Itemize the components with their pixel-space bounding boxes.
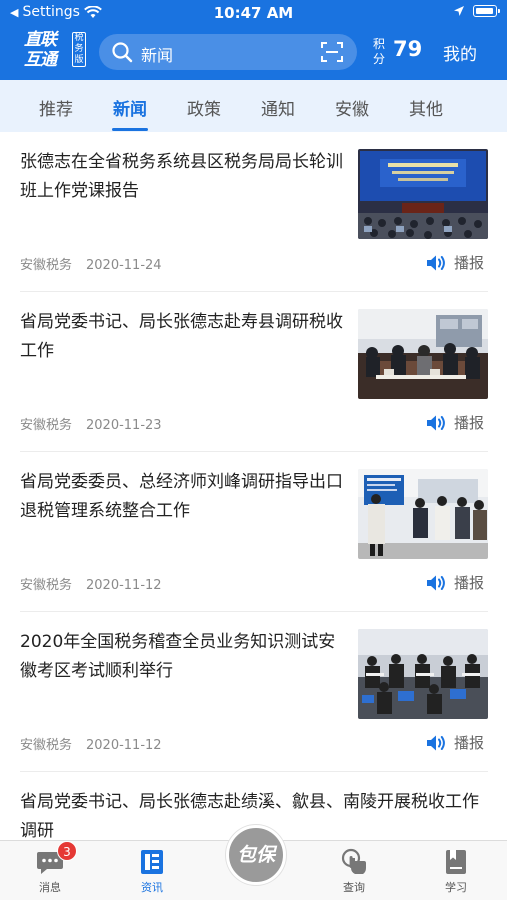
status-right [453,5,500,17]
search-input[interactable]: 新闻 [99,34,357,70]
play-button[interactable]: 播报 [426,412,484,433]
news-meta: 安徽税务 2020-11-12 [20,734,162,753]
speaker-icon [427,255,445,270]
category-tabs: 推荐 新闻 政策 通知 安徽 其他 [0,80,507,132]
location-icon [454,6,464,16]
logo-text: 直联互通 [24,30,57,70]
newspaper-icon [137,847,167,877]
news-date: 2020-11-12 [86,738,162,753]
tab-other[interactable]: 其他 [389,80,463,132]
news-meta: 安徽税务 2020-11-23 [20,414,162,433]
app-bar: 直联互通 税务版 新闻 积分 79 我的 [0,28,507,76]
speaker-icon [427,575,445,590]
nav-messages[interactable]: 3 消息 [20,841,80,895]
news-thumbnail[interactable] [358,469,488,559]
nav-news[interactable]: 资讯 [122,847,182,895]
news-source: 安徽税务 [20,258,73,273]
tab-notice[interactable]: 通知 [241,80,315,132]
news-meta: 安徽税务 2020-11-12 [20,574,162,593]
news-title: 省局党委书记、局长张德志赴寿县调研税收工作 [20,312,343,361]
unread-badge: 3 [57,841,77,861]
search-text: 新闻 [141,46,174,65]
mine-link[interactable]: 我的 [443,40,477,65]
status-bar: ◀ Settings 10:47 AM [0,0,507,26]
status-time: 10:47 AM [213,4,294,22]
news-list: 张德志在全省税务系统县区税务局局长轮训班上作党课报告 安徽税务 2020-11-2… [0,132,507,840]
play-button[interactable]: 播报 [426,732,484,753]
news-title: 省局党委委员、总经济师刘峰调研指导出口退税管理系统整合工作 [20,472,343,521]
news-source: 安徽税务 [20,738,73,753]
news-item[interactable]: 省局党委书记、局长张德志赴寿县调研税收工作 安徽税务 2020-11-23 播报 [0,292,507,452]
play-label: 播报 [454,734,485,752]
speaker-icon [427,415,445,430]
news-thumbnail[interactable] [358,629,488,719]
news-title: 2020年全国税务稽查全员业务知识测试安徽考区考试顺利举行 [20,632,336,681]
news-title: 张德志在全省税务系统县区税务局局长轮训班上作党课报告 [20,152,343,201]
news-item[interactable]: 张德志在全省税务系统县区税务局局长轮训班上作党课报告 安徽税务 2020-11-2… [0,132,507,292]
play-label: 播报 [454,254,485,272]
touch-query-icon [339,847,369,877]
news-date: 2020-11-24 [86,258,162,273]
nav-query[interactable]: 查询 [324,847,384,895]
nav-label: 资讯 [141,881,163,894]
news-meta: 安徽税务 2020-11-24 [20,254,162,273]
header: ◀ Settings 10:47 AM 直联互通 税务版 新闻 积分 79 我的 [0,0,507,80]
speaker-icon [427,735,445,750]
book-icon [441,847,471,877]
search-icon [112,42,133,63]
news-source: 安徽税务 [20,418,73,433]
chat-bubble-icon: 3 [35,841,77,877]
tab-policy[interactable]: 政策 [167,80,241,132]
nav-label: 消息 [39,881,61,894]
play-button[interactable]: 播报 [426,572,484,593]
tab-news[interactable]: 新闻 [93,80,167,132]
news-item[interactable]: 2020年全国税务稽查全员业务知识测试安徽考区考试顺利举行 安徽税务 2020-1… [0,612,507,772]
logo-badge: 税务版 [72,32,86,67]
news-item[interactable]: 省局党委委员、总经济师刘峰调研指导出口退税管理系统整合工作 安徽税务 2020-1… [0,452,507,612]
tab-recommend[interactable]: 推荐 [19,80,93,132]
play-label: 播报 [454,414,485,432]
scan-icon[interactable] [321,42,343,62]
news-date: 2020-11-23 [86,418,162,433]
play-label: 播报 [454,574,485,592]
nav-study[interactable]: 学习 [426,847,486,895]
bottom-nav: 3 消息 资讯 包保 查询 学习 [0,825,507,900]
play-button[interactable]: 播报 [426,252,484,273]
news-source: 安徽税务 [20,578,73,593]
center-action-button[interactable]: 包保 [226,825,286,885]
app-logo: 直联互通 税务版 [24,30,90,72]
battery-icon [473,5,500,17]
points-value[interactable]: 79 [393,37,422,61]
news-date: 2020-11-12 [86,578,162,593]
news-thumbnail[interactable] [358,149,488,239]
tab-anhui[interactable]: 安徽 [315,80,389,132]
points-label: 积分 [373,37,386,66]
nav-label: 学习 [445,881,467,894]
nav-label: 查询 [343,881,365,894]
news-thumbnail[interactable] [358,309,488,399]
